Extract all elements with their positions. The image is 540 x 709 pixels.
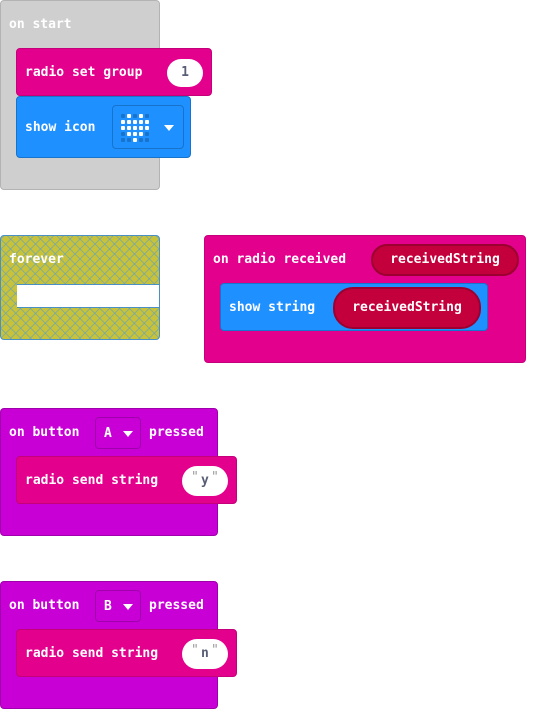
on-button-label: on button bbox=[9, 425, 80, 440]
send-string-input-n[interactable]: " n " bbox=[182, 639, 228, 669]
pressed-label: pressed bbox=[149, 598, 204, 613]
quote-close: " bbox=[211, 643, 219, 658]
chevron-down-icon bbox=[123, 431, 133, 437]
show-icon-block[interactable]: show icon bbox=[16, 96, 191, 158]
radio-send-string-block-b[interactable]: radio send string " n " bbox=[16, 629, 237, 677]
quote-open: " bbox=[191, 643, 199, 658]
show-string-block[interactable]: show string receivedString bbox=[220, 283, 488, 331]
send-string-value: y bbox=[201, 473, 209, 488]
forever-block[interactable]: forever bbox=[0, 235, 160, 340]
show-icon-label: show icon bbox=[25, 120, 96, 135]
received-string-variable[interactable]: receivedString bbox=[333, 287, 481, 329]
on-start-label: on start bbox=[9, 17, 72, 32]
chevron-down-icon bbox=[164, 125, 174, 131]
show-string-label: show string bbox=[229, 300, 316, 315]
forever-label: forever bbox=[9, 252, 64, 267]
button-a-dropdown[interactable]: A bbox=[95, 417, 141, 449]
button-b-value: B bbox=[104, 599, 112, 614]
quote-open: " bbox=[191, 470, 199, 485]
received-string-variable-label: receivedString bbox=[352, 300, 462, 315]
send-string-value: n bbox=[201, 646, 209, 661]
group-number-input[interactable]: 1 bbox=[167, 59, 203, 87]
button-a-value: A bbox=[104, 426, 112, 441]
button-b-dropdown[interactable]: B bbox=[95, 590, 141, 622]
quote-close: " bbox=[211, 470, 219, 485]
send-string-input-y[interactable]: " y " bbox=[182, 466, 228, 496]
radio-set-group-label: radio set group bbox=[25, 65, 143, 80]
forever-empty-slot bbox=[17, 284, 160, 308]
radio-set-group-block[interactable]: radio set group 1 bbox=[16, 48, 212, 96]
radio-send-string-label: radio send string bbox=[25, 646, 159, 661]
received-string-param-label: receivedString bbox=[390, 252, 500, 267]
received-string-param[interactable]: receivedString bbox=[371, 244, 519, 276]
pressed-label: pressed bbox=[149, 425, 204, 440]
radio-send-string-label: radio send string bbox=[25, 473, 159, 488]
chevron-down-icon bbox=[123, 604, 133, 610]
radio-send-string-block-a[interactable]: radio send string " y " bbox=[16, 456, 237, 504]
on-button-label: on button bbox=[9, 598, 80, 613]
icon-picker-dropdown[interactable] bbox=[112, 105, 184, 149]
on-radio-received-label: on radio received bbox=[213, 252, 347, 267]
heart-icon bbox=[121, 114, 151, 144]
